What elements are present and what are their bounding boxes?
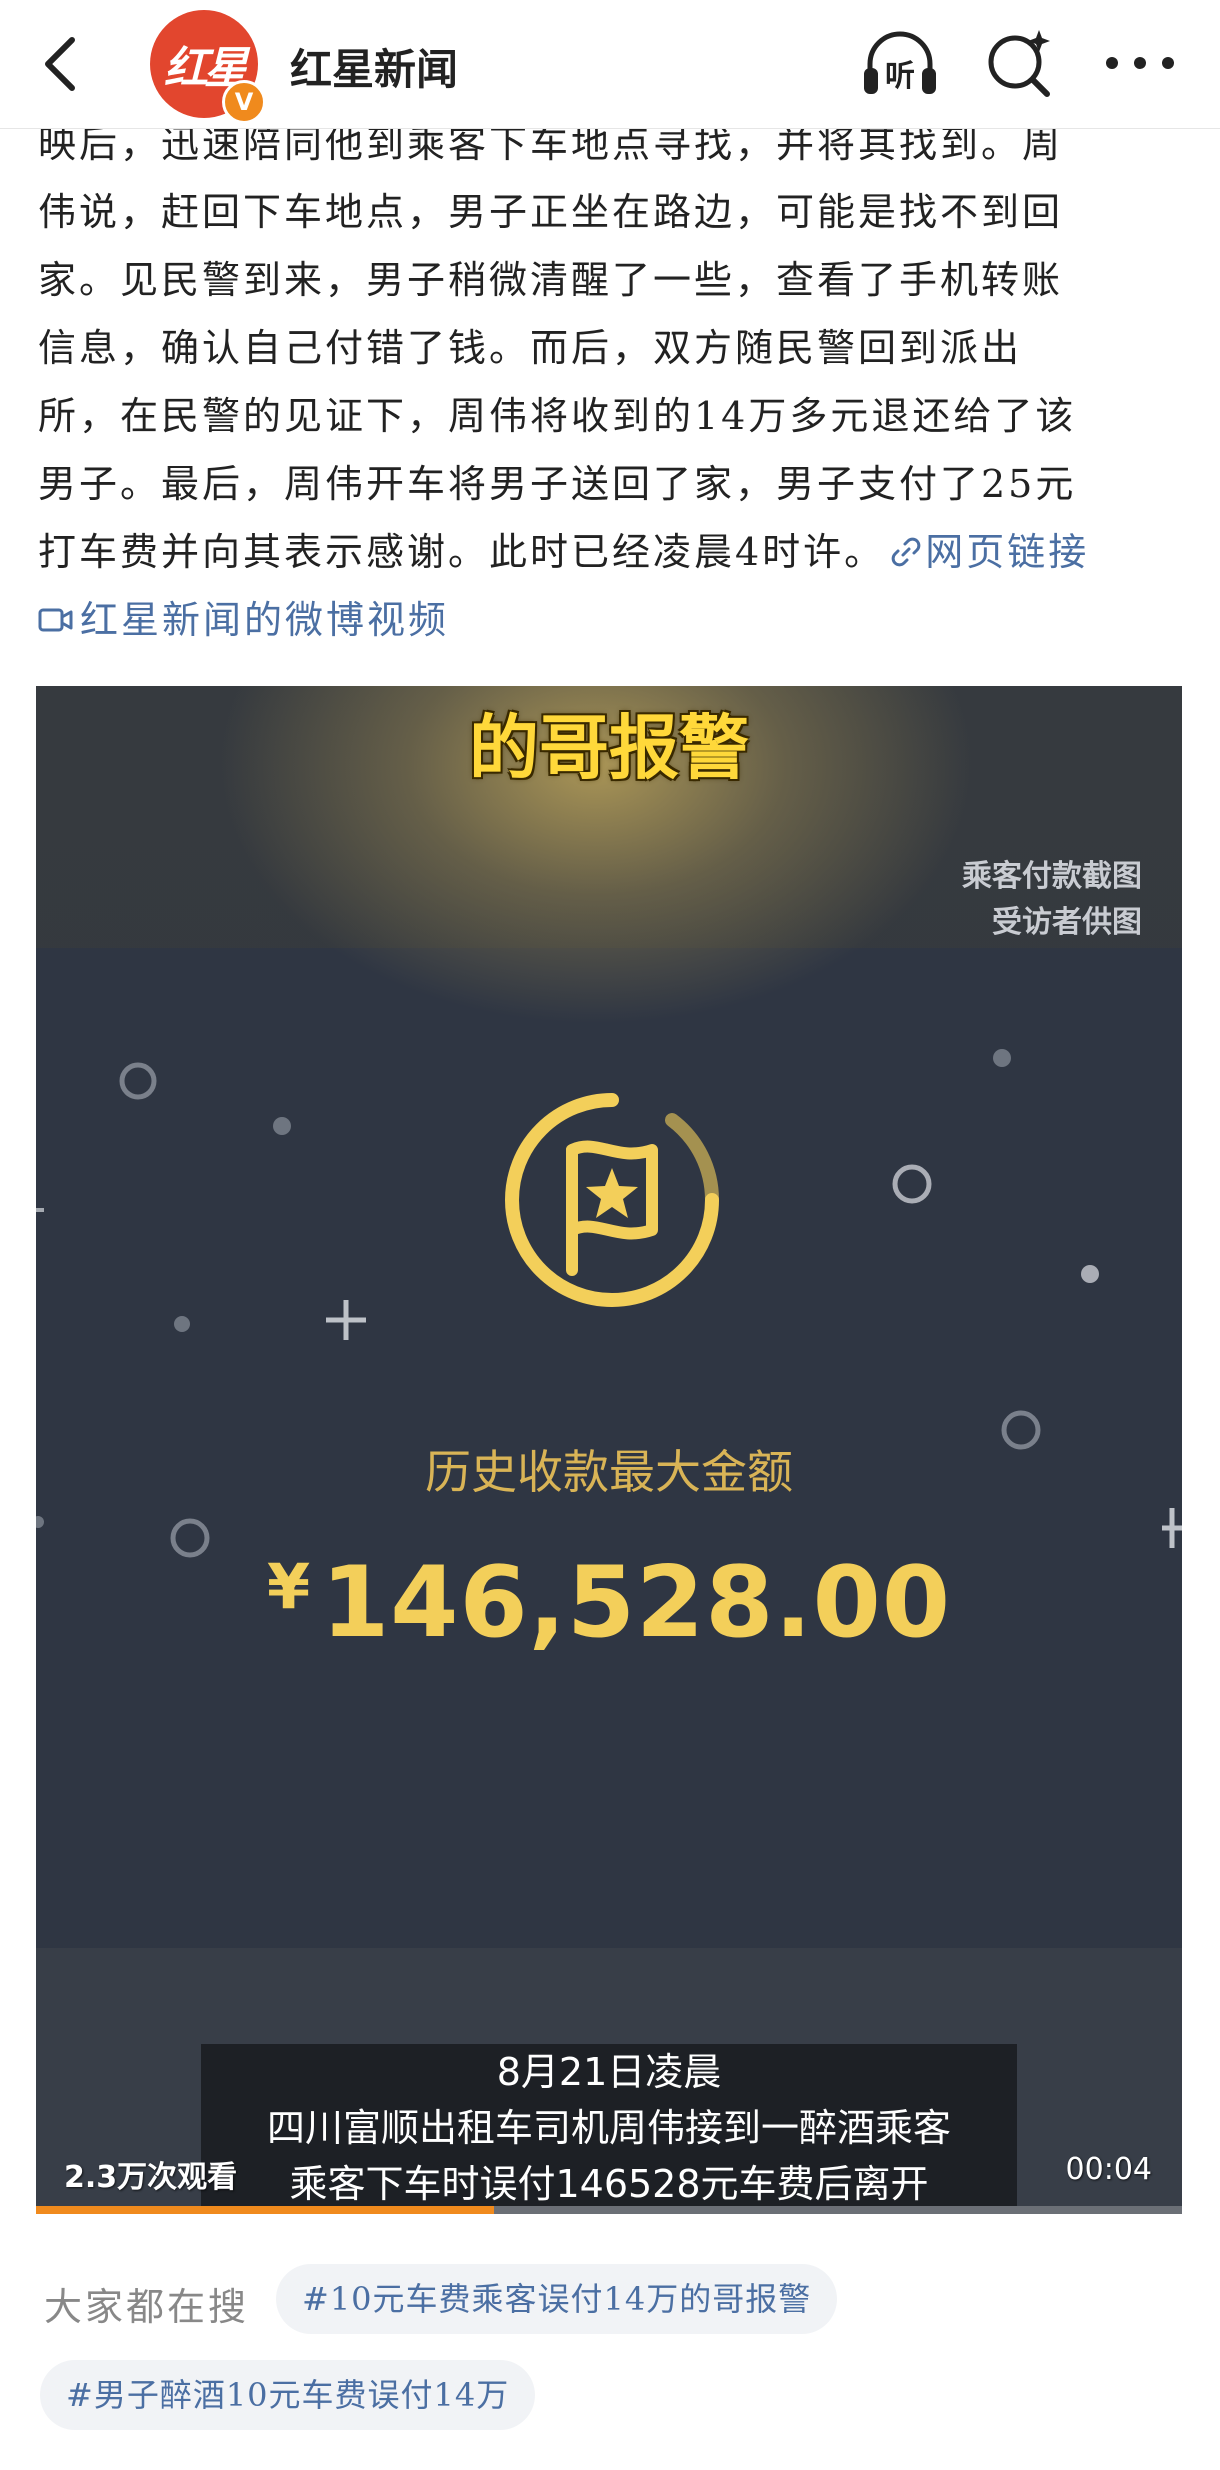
web-link-label[interactable]: 网页链接 <box>925 530 1089 574</box>
article-line-text: 打车费并向其表示感谢。此时已经凌晨4时许。 <box>38 530 886 574</box>
link-icon <box>891 537 921 567</box>
back-button[interactable] <box>36 34 88 94</box>
more-options-button[interactable] <box>1100 38 1180 88</box>
article-line: 家。见民警到来，男子稍微清醒了一些，查看了手机转账 <box>38 258 1064 302</box>
account-name[interactable]: 红星新闻 <box>290 36 458 97</box>
headphones-icon: 听 <box>864 31 936 94</box>
article-body: 映后，迅速陪同他到乘客下车地点寻找，并将其找到。周 伟说，赶回下车地点，男子正坐… <box>38 110 1198 656</box>
search-button[interactable] <box>985 28 1055 100</box>
flag-star-badge-icon <box>505 1093 719 1307</box>
article-line: 信息，确认自己付错了钱。而后，双方随民警回到派出 <box>38 326 1023 370</box>
web-link[interactable]: 网页链接 <box>885 530 1089 574</box>
article-line: 所，在民警的见证下，周伟将收到的14万多元退还给了该 <box>38 394 1077 438</box>
article-line-last: 打车费并向其表示感谢。此时已经凌晨4时许。 网页链接 <box>38 518 1198 586</box>
video-link[interactable]: 红星新闻的微博视频 <box>38 586 449 654</box>
video-player[interactable]: 的哥报警 乘客付款截图 受访者供图 历史收款最大金额 ¥146,528.00 8… <box>36 686 1182 2214</box>
verified-badge: V <box>222 80 266 124</box>
chevron-left-icon <box>45 37 75 91</box>
payment-amount: ¥146,528.00 <box>36 1546 1182 1660</box>
article-line: 伟说，赶回下车地点，男子正坐在路边，可能是找不到回 <box>38 190 1064 234</box>
video-duration: 00:04 <box>1065 2152 1152 2187</box>
trending-search-chip[interactable]: #10元车费乘客误付14万的哥报警 <box>276 2264 838 2334</box>
subtitle-line: 乘客下车时误付146528元车费后离开 <box>289 2162 929 2206</box>
more-dots-icon <box>1106 57 1174 69</box>
amount-value: 146,528.00 <box>321 1546 952 1660</box>
view-count: 2.3万次观看 <box>64 2160 238 2195</box>
subtitle-line: 8月21日凌晨 <box>496 2050 722 2094</box>
subtitle-line: 四川富顺出租车司机周伟接到一醉酒乘客 <box>266 2106 951 2150</box>
search-sparkle-icon <box>988 30 1050 97</box>
currency-symbol: ¥ <box>266 1550 312 1623</box>
video-link-label[interactable]: 红星新闻的微博视频 <box>80 586 449 654</box>
trending-search-label: 大家都在搜 <box>44 2285 250 2329</box>
trending-search-chip[interactable]: #男子醉酒10元车费误付14万 <box>40 2360 536 2430</box>
history-max-label: 历史收款最大金额 <box>425 1445 793 1499</box>
top-nav-bar: 红星 V 红星新闻 听 <box>0 0 1220 129</box>
listen-label: 听 <box>885 59 915 94</box>
listen-button[interactable]: 听 <box>860 28 940 100</box>
article-line: 男子。最后，周伟开车将男子送回了家，男子支付了25元 <box>38 462 1077 506</box>
video-progress-fill <box>36 2206 495 2214</box>
video-camera-icon <box>38 608 73 632</box>
video-subtitle: 8月21日凌晨 四川富顺出租车司机周伟接到一醉酒乘客 乘客下车时误付146528… <box>201 2044 1017 2214</box>
